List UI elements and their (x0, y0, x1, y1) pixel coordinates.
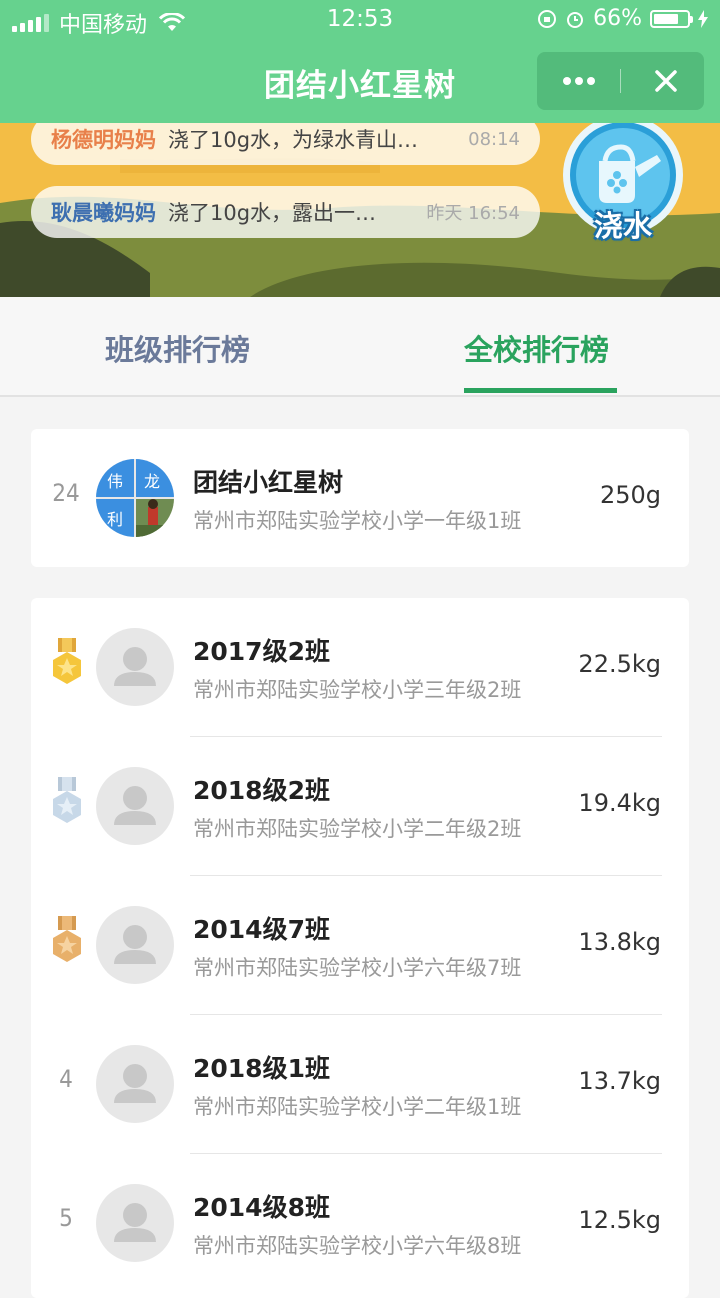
entry-title: 团结小红星树 (193, 468, 344, 497)
rank-number: 24 (52, 479, 80, 507)
message-sender: 耿晨曦妈妈 (51, 201, 156, 225)
entry-title: 2014级8班 (193, 1193, 330, 1222)
gold-medal-icon (53, 638, 81, 684)
miniprogram-capsule (537, 52, 704, 110)
message-text: 浇了10g水，为绿水青山… (168, 128, 419, 152)
bronze-medal-icon (53, 916, 81, 962)
status-bar: 中国移动 12:53 66% (0, 0, 720, 40)
ranking-list: 2017级2班 常州市郑陆实验学校小学三年级2班 22.5kg 2018级2班 … (31, 598, 689, 1298)
my-rank-card[interactable]: 24 伟 龙 利 团结小红星树 常州市郑陆实验学校小学一年级1班 250g (31, 429, 689, 567)
watering-message: 耿晨曦妈妈 浇了10g水，露出一… 昨天 16:54 (31, 186, 540, 238)
list-item[interactable]: 5 2014级8班 常州市郑陆实验学校小学六年级8班 12.5kg (31, 1154, 689, 1293)
close-icon[interactable] (643, 58, 689, 104)
avatar (96, 628, 174, 706)
list-item[interactable]: 2014级7班 常州市郑陆实验学校小学六年级7班 13.8kg (31, 876, 689, 1015)
water-amount: 13.8kg (578, 928, 661, 956)
message-sender: 杨德明妈妈 (51, 128, 156, 152)
silver-medal-icon (53, 777, 81, 823)
message-time: 昨天 16:54 (426, 203, 520, 224)
water-amount: 250g (599, 481, 661, 509)
avatar (96, 1045, 174, 1123)
water-amount: 13.7kg (578, 1067, 661, 1095)
tree-banner: 杨德明妈妈 浇了10g水，为绿水青山… 08:14 耿晨曦妈妈 浇了10g水，露… (0, 123, 720, 297)
water-button[interactable]: 浇水 (561, 123, 685, 247)
default-user-icon (114, 925, 156, 964)
charging-icon (698, 9, 708, 28)
entry-subtitle: 常州市郑陆实验学校小学六年级7班 (193, 956, 522, 980)
default-user-icon (114, 1203, 156, 1242)
default-user-icon (114, 786, 156, 825)
avatar (96, 767, 174, 845)
message-time: 08:14 (468, 128, 520, 150)
message-text: 浇了10g水，露出一… (168, 201, 377, 225)
avatar (96, 906, 174, 984)
top-bar: 中国移动 12:53 66% 团结小红星树 (0, 0, 720, 123)
watering-message: 杨德明妈妈 浇了10g水，为绿水青山… 08:14 (31, 123, 540, 165)
active-tab-indicator (464, 388, 617, 393)
water-amount: 19.4kg (578, 789, 661, 817)
water-button-label: 浇水 (593, 209, 652, 243)
entry-subtitle: 常州市郑陆实验学校小学三年级2班 (193, 678, 522, 702)
default-user-icon (114, 647, 156, 686)
entry-title: 2014级7班 (193, 915, 330, 944)
entry-subtitle: 常州市郑陆实验学校小学一年级1班 (193, 509, 522, 533)
battery-percent: 66% (593, 6, 642, 31)
list-item[interactable]: 4 2018级1班 常州市郑陆实验学校小学二年级1班 13.7kg (31, 1015, 689, 1154)
water-amount: 22.5kg (578, 650, 661, 678)
avatar (96, 1184, 174, 1262)
more-icon[interactable] (559, 58, 599, 104)
ranking-tabs: 班级排行榜 全校排行榜 (0, 297, 720, 397)
list-item[interactable]: 2017级2班 常州市郑陆实验学校小学三年级2班 22.5kg (31, 598, 689, 737)
alarm-icon (567, 11, 584, 28)
avatar-char: 伟 (107, 472, 124, 491)
rank-number: 4 (59, 1065, 73, 1093)
default-user-icon (114, 1064, 156, 1103)
tab-school-ranking[interactable]: 全校排行榜 (464, 327, 609, 369)
entry-subtitle: 常州市郑陆实验学校小学六年级8班 (193, 1234, 522, 1258)
list-item[interactable]: 2018级2班 常州市郑陆实验学校小学二年级2班 19.4kg (31, 737, 689, 876)
avatar-char: 利 (107, 510, 124, 529)
battery-icon (650, 9, 693, 28)
entry-title: 2018级1班 (193, 1054, 330, 1083)
entry-title: 2018级2班 (193, 776, 330, 805)
entry-subtitle: 常州市郑陆实验学校小学二年级2班 (193, 817, 522, 841)
tab-class-ranking[interactable]: 班级排行榜 (105, 327, 250, 369)
avatar: 伟 龙 利 (96, 459, 174, 537)
entry-title: 2017级2班 (193, 637, 330, 666)
entry-subtitle: 常州市郑陆实验学校小学二年级1班 (193, 1095, 522, 1119)
avatar-char: 龙 (144, 472, 161, 491)
water-amount: 12.5kg (578, 1206, 661, 1234)
rank-number: 5 (59, 1204, 73, 1232)
rotation-lock-icon (538, 9, 557, 28)
